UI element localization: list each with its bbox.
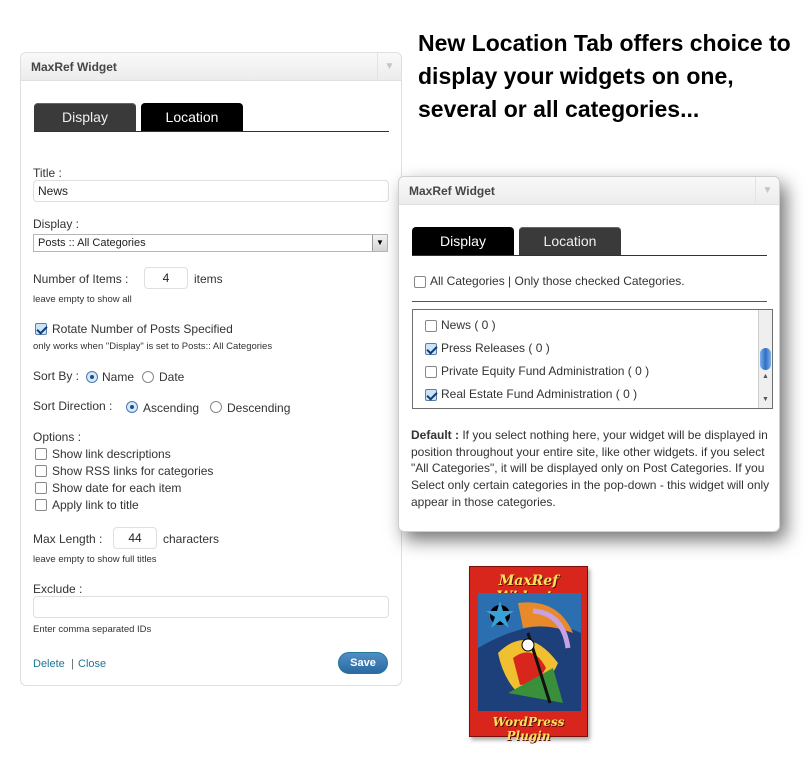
scrollbar-thumb[interactable] bbox=[760, 348, 771, 370]
option-link-title-label: Apply link to title bbox=[52, 498, 139, 512]
widget-header[interactable]: MaxRef Widget ▼ bbox=[21, 53, 401, 81]
link-separator: | bbox=[71, 658, 74, 670]
category-checkbox-private-equity[interactable] bbox=[425, 366, 437, 378]
max-length-hint: leave empty to show full titles bbox=[33, 554, 157, 565]
option-show-date-checkbox[interactable] bbox=[35, 482, 47, 494]
category-label-news: News ( 0 ) bbox=[441, 318, 496, 332]
options-label: Options : bbox=[33, 430, 82, 444]
category-checkbox-real-estate[interactable] bbox=[425, 389, 437, 401]
category-checkbox-press-releases[interactable] bbox=[425, 343, 437, 355]
num-items-label: Number of Items : bbox=[33, 272, 129, 286]
sort-ascending-label: Ascending bbox=[143, 401, 200, 415]
num-items-hint: leave empty to show all bbox=[33, 294, 132, 305]
categories-divider bbox=[412, 301, 767, 302]
tab-divider bbox=[34, 131, 389, 132]
sort-by-name-label: Name bbox=[102, 370, 135, 384]
tab-location[interactable]: Location bbox=[141, 103, 243, 131]
sort-by-name-radio[interactable] bbox=[86, 371, 98, 383]
sort-by-date-radio[interactable] bbox=[142, 371, 154, 383]
option-link-descriptions-label: Show link descriptions bbox=[52, 447, 171, 461]
option-rss-links-checkbox[interactable] bbox=[35, 465, 47, 477]
sort-direction-label: Sort Direction : bbox=[33, 399, 113, 413]
widget-title-right: MaxRef Widget bbox=[409, 184, 495, 198]
all-categories-label: All Categories | Only those checked Cate… bbox=[430, 274, 685, 288]
max-length-input[interactable] bbox=[113, 527, 157, 549]
maxref-widgets-logo: MaxRef Widgets WordPress Plugin bbox=[469, 566, 588, 743]
sort-ascending-radio[interactable] bbox=[126, 401, 138, 413]
save-button[interactable]: Save bbox=[338, 652, 388, 674]
rotate-label: Rotate Number of Posts Specified bbox=[52, 322, 233, 336]
chevron-down-icon[interactable]: ▼ bbox=[372, 235, 387, 251]
widget-header-right[interactable]: MaxRef Widget ▼ bbox=[399, 177, 779, 205]
tab-location-right[interactable]: Location bbox=[519, 227, 621, 255]
exclude-label: Exclude : bbox=[33, 582, 83, 596]
tab-display[interactable]: Display bbox=[34, 103, 136, 131]
default-label: Default : bbox=[411, 428, 459, 442]
option-show-date-label: Show date for each item bbox=[52, 481, 182, 495]
logo-illustration-icon bbox=[478, 593, 581, 711]
collapse-arrow-icon[interactable]: ▼ bbox=[377, 53, 401, 80]
sort-by-date-label: Date bbox=[159, 370, 185, 384]
rotate-hint: only works when "Display" is set to Post… bbox=[33, 341, 273, 352]
rotate-checkbox[interactable] bbox=[35, 323, 47, 335]
display-select[interactable]: Posts :: All Categories ▼ bbox=[33, 234, 388, 252]
exclude-hint: Enter comma separated IDs bbox=[33, 624, 152, 635]
widget-panel-right: MaxRef Widget ▼ Display Location All Cat… bbox=[398, 176, 780, 532]
logo-bottom-text: WordPress Plugin bbox=[492, 715, 565, 743]
num-items-input[interactable] bbox=[144, 267, 188, 289]
max-length-label: Max Length : bbox=[33, 532, 103, 546]
scroll-down-arrow-icon[interactable]: ▼ bbox=[759, 393, 772, 406]
default-description: Default : If you select nothing here, yo… bbox=[411, 427, 773, 511]
category-label-real-estate: Real Estate Fund Administration ( 0 ) bbox=[441, 387, 638, 401]
display-label: Display : bbox=[33, 217, 80, 231]
option-rss-links-label: Show RSS links for categories bbox=[52, 464, 214, 478]
widget-title: MaxRef Widget bbox=[31, 60, 117, 74]
scroll-up-arrow-icon[interactable]: ▲ bbox=[759, 370, 772, 383]
exclude-input[interactable] bbox=[33, 596, 389, 618]
tab-display-right[interactable]: Display bbox=[412, 227, 514, 255]
category-scrollbar[interactable]: ▲ ▼ bbox=[758, 310, 772, 408]
sort-by-label: Sort By : bbox=[33, 369, 80, 383]
collapse-arrow-icon[interactable]: ▼ bbox=[755, 177, 779, 204]
category-label-private-equity: Private Equity Fund Administration ( 0 ) bbox=[441, 364, 650, 378]
close-link[interactable]: Close bbox=[78, 658, 106, 670]
category-label-press-releases: Press Releases ( 0 ) bbox=[441, 341, 550, 355]
category-list[interactable]: News ( 0 ) Press Releases ( 0 ) Private … bbox=[412, 309, 773, 409]
option-link-descriptions-checkbox[interactable] bbox=[35, 448, 47, 460]
max-length-suffix: characters bbox=[163, 532, 220, 546]
title-label: Title : bbox=[33, 166, 62, 180]
sort-descending-radio[interactable] bbox=[210, 401, 222, 413]
default-text: If you select nothing here, your widget … bbox=[411, 428, 770, 509]
tab-divider-right bbox=[412, 255, 767, 256]
display-select-value: Posts :: All Categories bbox=[38, 237, 146, 249]
num-items-suffix: items bbox=[194, 272, 223, 286]
title-input[interactable] bbox=[33, 180, 389, 202]
sort-descending-label: Descending bbox=[227, 401, 291, 415]
all-categories-checkbox[interactable] bbox=[414, 276, 426, 288]
promo-headline: New Location Tab offers choice to displa… bbox=[418, 30, 791, 122]
delete-link[interactable]: Delete bbox=[33, 658, 65, 670]
category-checkbox-news[interactable] bbox=[425, 320, 437, 332]
widget-panel-left: MaxRef Widget ▼ Display Location Title :… bbox=[20, 52, 402, 686]
option-link-title-checkbox[interactable] bbox=[35, 499, 47, 511]
